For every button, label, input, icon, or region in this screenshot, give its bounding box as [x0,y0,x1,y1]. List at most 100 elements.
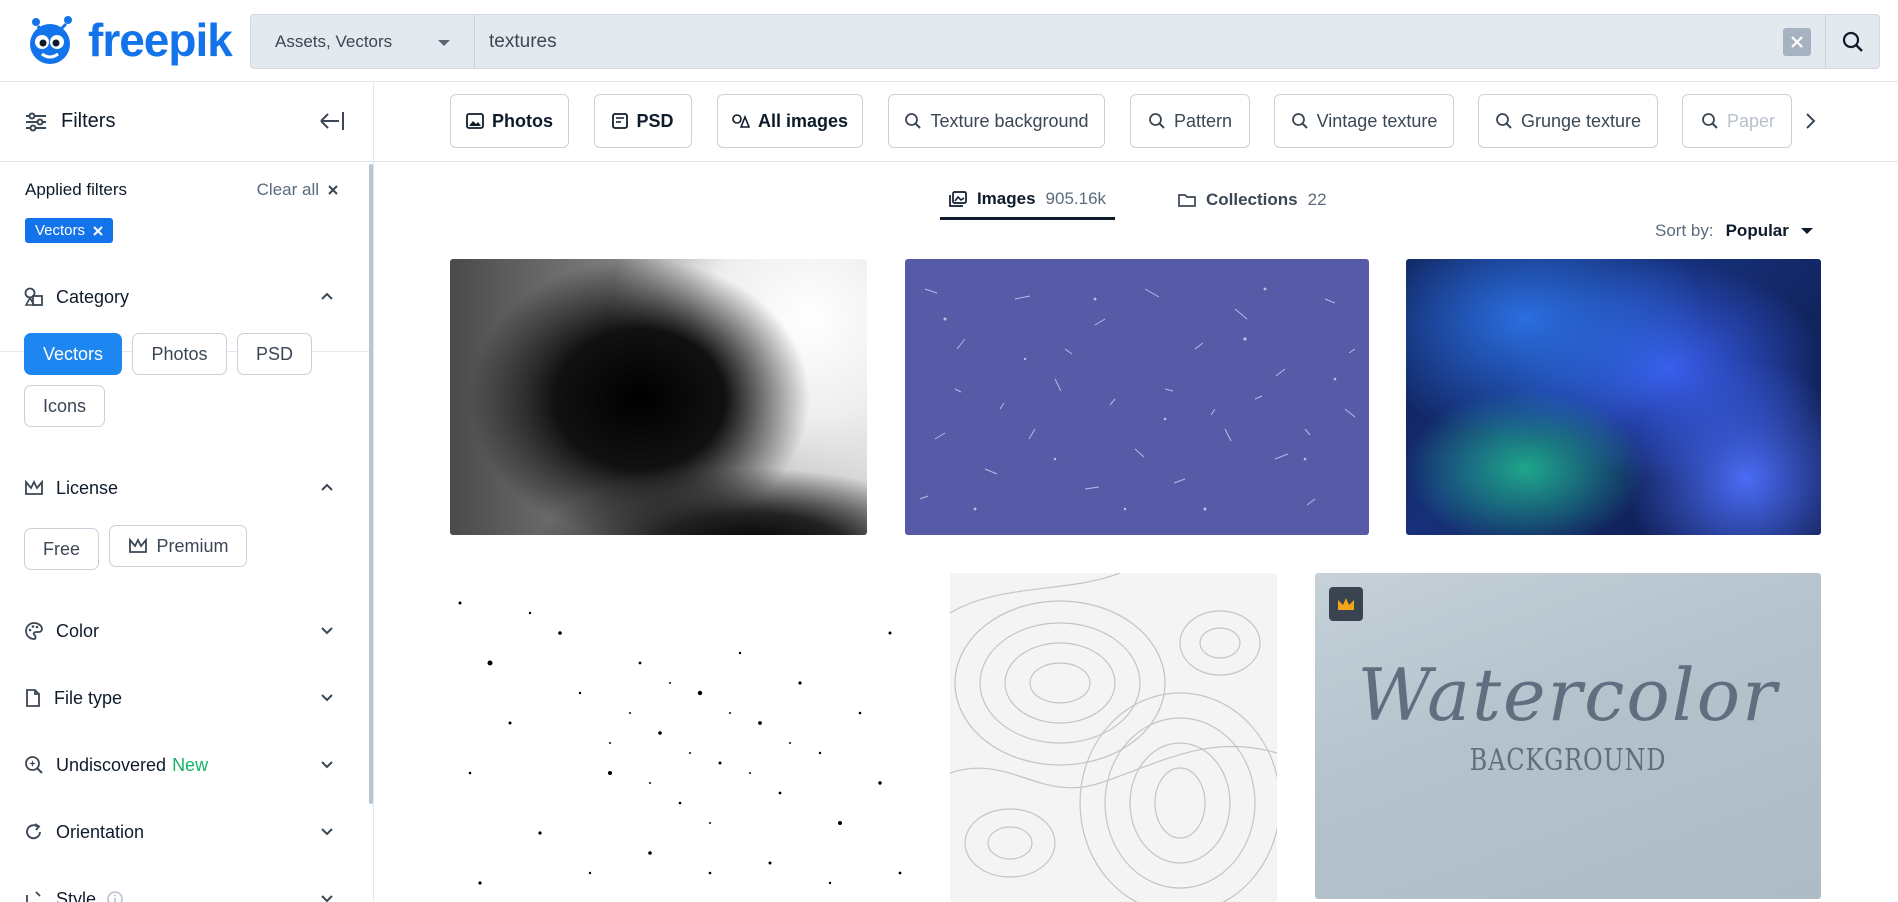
chevron-up-icon [321,292,333,300]
close-icon [93,225,103,236]
result-topographic-lines-texture[interactable] [950,573,1277,902]
search-icon [1842,31,1863,52]
crown-icon [25,479,43,495]
close-icon [1791,35,1803,48]
sort-control[interactable]: Sort by: Popular [1655,221,1813,241]
search-icon [1496,113,1512,129]
undiscovered-title: Undiscovered [56,754,167,775]
tab-images-label: Images [976,188,1036,208]
result-black-speckle-texture[interactable] [450,573,912,902]
applied-chip-vectors[interactable]: Vectors [25,218,114,243]
palette-icon [25,622,43,640]
filters-sidebar: Filters Applied filters Clear all Vector… [0,82,374,902]
tab-images-count: 905.16k [1045,188,1107,208]
style-header[interactable]: Style [0,884,370,902]
collapse-sidebar-button[interactable] [319,110,345,137]
clear-all-label: Clear all [256,180,319,199]
crown-icon [1338,598,1354,610]
chevron-down-icon [321,694,333,702]
rotate-icon [26,823,41,840]
category-option-photos[interactable]: Photos [132,333,227,375]
license-section: License Free Premium [0,473,370,580]
clear-all-button[interactable]: Clear all [257,180,339,200]
search-icon [1291,113,1308,129]
category-option-vectors[interactable]: Vectors [24,333,123,375]
suggestion-label: Photos [492,110,553,131]
new-badge: New [172,754,209,775]
asset-type-label: Assets, Vectors [275,31,393,51]
clear-search-button[interactable] [1783,27,1811,56]
suggestion-label: Paper [1727,110,1776,131]
scroll-suggestions-right-button[interactable] [1804,112,1816,135]
arrow-left-bar-icon [320,112,344,130]
suggestion-label: PSD [636,110,674,131]
license-header[interactable]: License [0,473,370,503]
license-option-premium[interactable]: Premium [109,525,248,567]
info-icon[interactable] [106,890,124,902]
suggestion-pattern[interactable]: Pattern [1130,94,1250,148]
category-section: Category Vectors Photos PSD Icons [0,282,370,437]
sort-value: Popular [1725,221,1789,240]
scratch-pattern [919,287,1356,511]
search-icon [1702,113,1718,129]
category-option-icons[interactable]: Icons [24,385,106,427]
file-type-section: File type [0,683,370,713]
color-section: Color [0,616,370,646]
category-option-psd[interactable]: PSD [236,333,312,375]
chip-label: Vectors [35,222,86,239]
search-icon [1149,113,1165,129]
license-option-free[interactable]: Free [24,528,100,570]
result-blue-gradient-texture[interactable] [1406,259,1821,535]
freepik-mascot-icon [30,16,72,64]
suggestion-all-images[interactable]: All images [717,94,863,148]
suggestion-label: Vintage texture [1316,110,1438,131]
file-type-header[interactable]: File type [0,683,370,713]
tab-collections[interactable]: Collections 22 [1178,180,1327,220]
license-title: License [56,477,119,498]
psd-file-icon [612,113,629,129]
folder-icon [1178,194,1196,207]
suggestion-psd[interactable]: PSD [594,94,692,148]
close-icon [328,185,338,195]
color-header[interactable]: Color [0,616,370,646]
orientation-title: Orientation [56,821,145,842]
asset-type-dropdown[interactable]: Assets, Vectors [251,15,475,68]
search-icon [905,113,922,129]
top-header: freepik Assets, Vectors [0,0,1898,82]
category-header[interactable]: Category [0,282,370,312]
sort-label: Sort by: [1655,221,1714,240]
filters-title: Filters [61,110,116,132]
style-icon [26,891,41,902]
suggestion-paper[interactable]: Paper [1682,94,1792,148]
result-black-grain-texture[interactable] [450,259,867,535]
suggestion-texture-background[interactable]: Texture background [888,94,1105,148]
style-section: Style [0,884,370,902]
orientation-section: Orientation [0,817,370,847]
freepik-logo[interactable]: freepik [24,12,233,68]
undiscovered-header[interactable]: Undiscovered New [0,750,370,780]
suggestion-bar: Photos PSD All images Texture background… [374,82,1898,162]
file-icon [26,689,40,707]
suggestion-photos[interactable]: Photos [450,94,569,148]
shapes-icon [24,287,43,306]
sidebar-scrollbar[interactable] [369,164,373,804]
suggestion-vintage-texture[interactable]: Vintage texture [1274,94,1454,148]
suggestion-grunge-texture[interactable]: Grunge texture [1478,94,1658,148]
topographic-pattern [950,573,1277,902]
tab-collections-count: 22 [1307,190,1327,209]
image-icon [466,113,484,129]
result-watercolor-background[interactable]: Watercolor BACKGROUND [1315,573,1821,899]
search-submit-button[interactable] [1825,15,1879,68]
chevron-down-icon [321,761,333,769]
suggestion-label: Grunge texture [1520,110,1642,131]
images-icon [949,190,967,207]
suggestion-label: Texture background [930,110,1089,131]
tab-collections-label: Collections [1206,190,1298,209]
result-purple-scratched-texture[interactable] [905,259,1369,535]
watercolor-subtitle: BACKGROUND [1469,743,1667,778]
chevron-down-icon [321,895,333,902]
tab-images[interactable]: Images 905.16k [940,180,1115,220]
search-input[interactable] [475,15,1783,68]
filters-header: Filters [0,82,373,162]
orientation-header[interactable]: Orientation [0,817,370,847]
